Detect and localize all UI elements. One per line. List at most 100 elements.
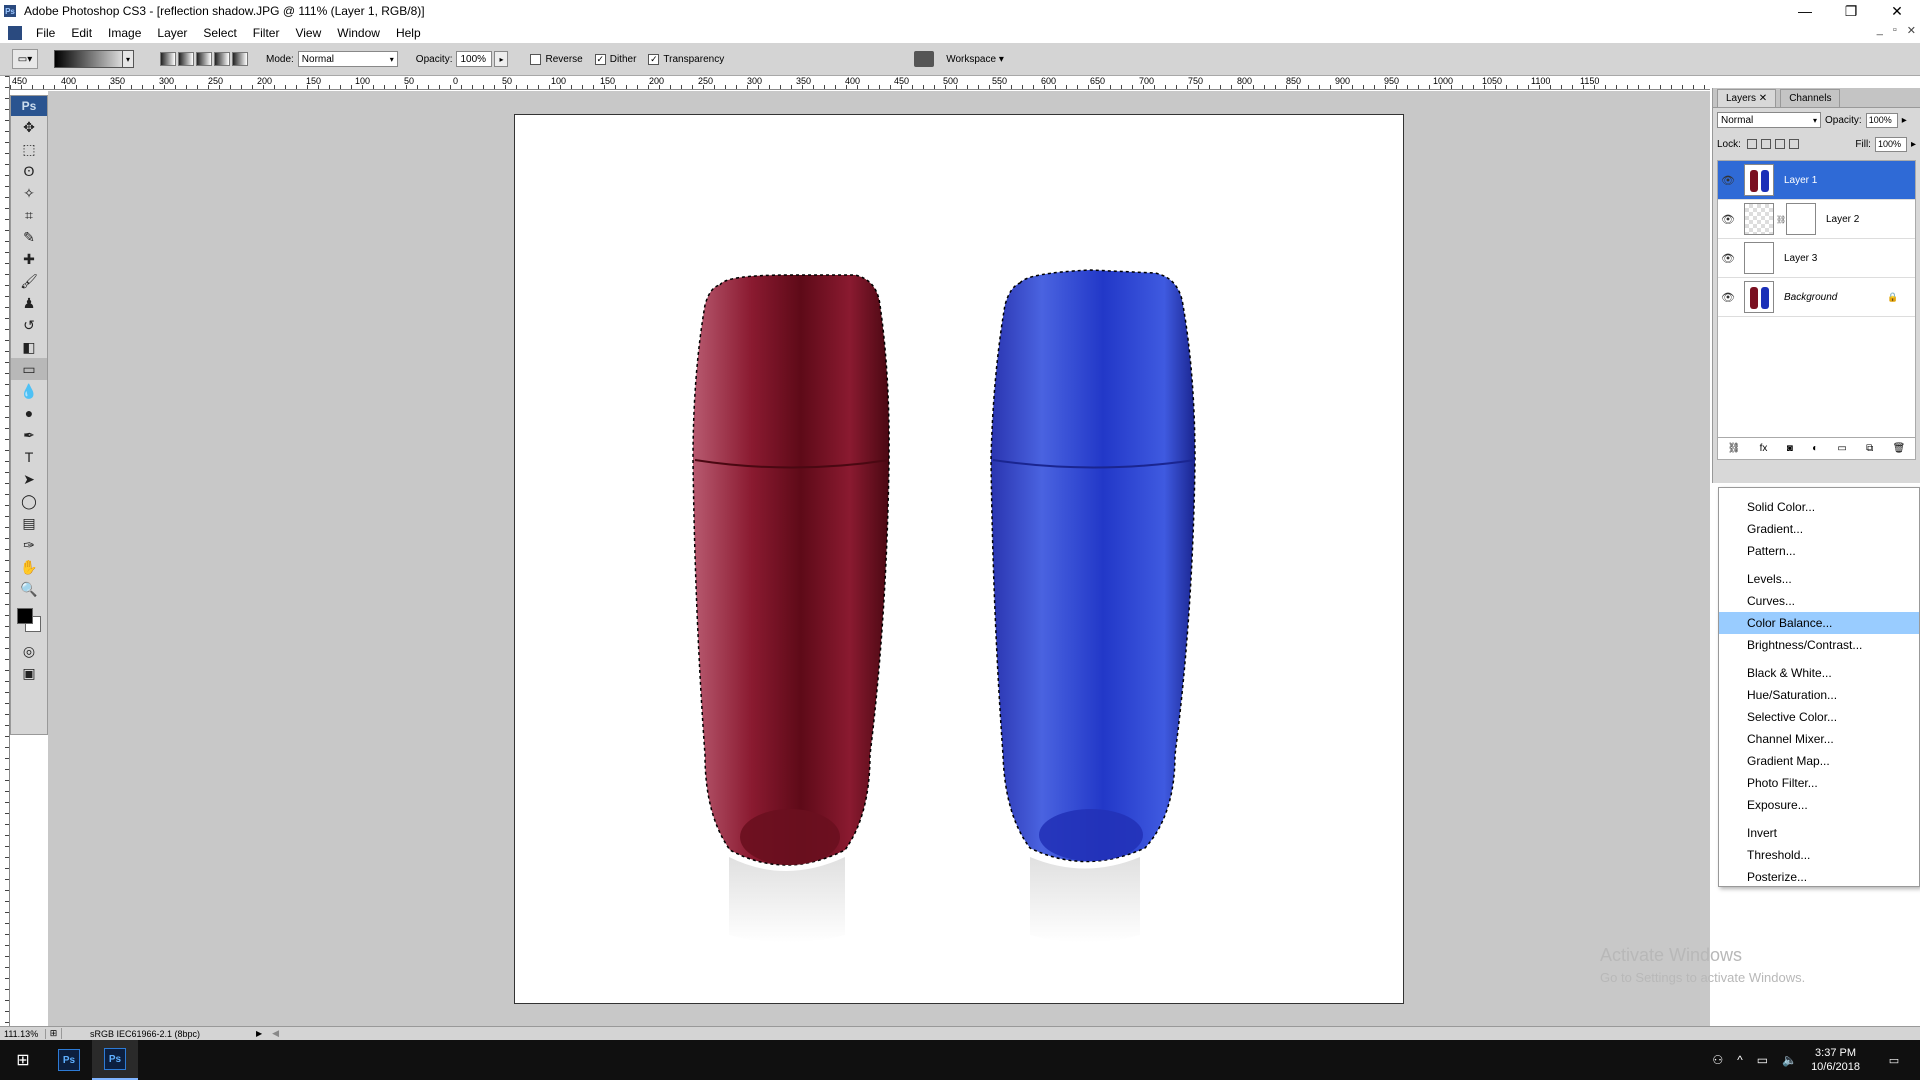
add-mask-icon[interactable]: ◙ (1787, 443, 1793, 454)
lasso-tool-icon[interactable]: ʘ (11, 160, 47, 182)
dither-checkbox[interactable]: ✓ Dither (594, 53, 636, 65)
adjustment-menu-item[interactable]: Selective Color... (1719, 706, 1919, 728)
linear-gradient-button[interactable] (160, 52, 176, 66)
lock-transparent-icon[interactable] (1746, 139, 1757, 149)
marquee-tool-icon[interactable]: ⬚ (11, 138, 47, 160)
adjustment-menu-item[interactable]: Channel Mixer... (1719, 728, 1919, 750)
layer-row[interactable]: 👁 Layer 3 (1718, 239, 1915, 278)
menu-layer[interactable]: Layer (149, 26, 195, 40)
menu-image[interactable]: Image (100, 26, 149, 40)
adjustment-layer-icon[interactable]: ◐ (1812, 443, 1818, 454)
visibility-eye-icon[interactable]: 👁 (1718, 213, 1738, 226)
adjustment-menu-item[interactable]: Hue/Saturation... (1719, 684, 1919, 706)
healing-brush-tool-icon[interactable]: ✚ (11, 248, 47, 270)
diamond-gradient-button[interactable] (232, 52, 248, 66)
visibility-eye-icon[interactable]: 👁 (1718, 174, 1738, 187)
adjustment-menu-item[interactable]: Photo Filter... (1719, 772, 1919, 794)
tab-channels[interactable]: Channels (1780, 89, 1841, 107)
reverse-checkbox-box[interactable] (530, 53, 542, 65)
type-tool-icon[interactable]: T (11, 446, 47, 468)
adjustment-menu-item[interactable]: Invert (1719, 822, 1919, 844)
adjustment-menu-item[interactable]: Gradient... (1719, 518, 1919, 540)
lock-image-icon[interactable] (1760, 139, 1771, 149)
reflected-gradient-button[interactable] (214, 52, 230, 66)
menu-filter[interactable]: Filter (245, 26, 288, 40)
visibility-eye-icon[interactable]: 👁 (1718, 252, 1738, 265)
path-selection-tool-icon[interactable]: ➤ (11, 468, 47, 490)
scroll-left-icon[interactable]: ◀ (272, 1028, 279, 1039)
eraser-tool-icon[interactable]: ◧ (11, 336, 47, 358)
reverse-checkbox[interactable]: Reverse (530, 53, 583, 65)
taskbar-photoshop-pinned[interactable]: Ps (46, 1040, 92, 1080)
layer-style-icon[interactable]: fx (1760, 443, 1768, 454)
quick-mask-icon[interactable]: ◎ (11, 640, 47, 662)
layer-opacity-slider-icon[interactable]: ▸ (1902, 115, 1907, 126)
radial-gradient-button[interactable] (178, 52, 194, 66)
dither-checkbox-box[interactable]: ✓ (594, 53, 606, 65)
lock-position-icon[interactable] (1774, 139, 1785, 149)
gradient-tool-icon[interactable]: ▭ (11, 358, 47, 380)
gradient-editor-swatch[interactable]: ▾ (54, 50, 134, 68)
menu-select[interactable]: Select (195, 26, 244, 40)
slice-tool-icon[interactable]: ✎ (11, 226, 47, 248)
network-icon[interactable]: ▭ (1757, 1053, 1768, 1067)
layer-mask-thumbnail[interactable] (1786, 203, 1816, 235)
people-icon[interactable]: ⚇ (1712, 1053, 1723, 1067)
angle-gradient-button[interactable] (196, 52, 212, 66)
doc-restore-button[interactable]: ▫ (1893, 24, 1897, 37)
adjustment-menu-item[interactable]: Gradient Map... (1719, 750, 1919, 772)
adjustment-menu-item[interactable]: Brightness/Contrast... (1719, 634, 1919, 656)
adjustment-menu-item[interactable]: Color Balance... (1719, 612, 1919, 634)
layer-row[interactable]: 👁 Background 🔒 (1718, 278, 1915, 317)
layer-row[interactable]: 👁 Layer 1 (1718, 161, 1915, 200)
dodge-tool-icon[interactable]: ● (11, 402, 47, 424)
vertical-ruler[interactable] (0, 76, 10, 1026)
brush-tool-icon[interactable]: 🖌 (11, 270, 47, 292)
mask-link-icon[interactable]: ⛓ (1776, 215, 1786, 224)
menu-window[interactable]: Window (329, 26, 388, 40)
shape-tool-icon[interactable]: ◯ (11, 490, 47, 512)
tab-layers[interactable]: Layers ✕ (1717, 89, 1777, 107)
menu-edit[interactable]: Edit (63, 26, 100, 40)
menu-view[interactable]: View (287, 26, 329, 40)
adjustment-menu-item[interactable]: Curves... (1719, 590, 1919, 612)
horizontal-ruler[interactable]: 450 400 350 300 250 200 150 100 50 0 50 100 150 200 25… (10, 76, 1710, 90)
blur-tool-icon[interactable]: 💧 (11, 380, 47, 402)
new-group-icon[interactable]: ▭ (1837, 443, 1846, 454)
hand-tool-icon[interactable]: ✋ (11, 556, 47, 578)
chevron-up-icon[interactable]: ^ (1737, 1053, 1743, 1067)
magic-wand-tool-icon[interactable]: ✧ (11, 182, 47, 204)
fill-input[interactable]: 100% (1874, 136, 1907, 152)
mode-select[interactable]: Normal ▾ (297, 51, 398, 67)
workspace-menu[interactable]: Workspace ▾ (946, 54, 1004, 65)
tool-preset-picker[interactable]: ▭▾ (12, 49, 38, 69)
volume-icon[interactable]: 🔈 (1782, 1053, 1797, 1067)
bridge-icon[interactable] (914, 51, 935, 67)
doc-minimize-button[interactable]: _ (1877, 24, 1883, 37)
gradient-picker-arrow-icon[interactable]: ▾ (122, 50, 134, 68)
foreground-color-swatch[interactable] (17, 608, 33, 624)
adjustment-menu-item[interactable]: Solid Color... (1719, 496, 1919, 518)
eyedropper-tool-icon[interactable]: ✑ (11, 534, 47, 556)
link-layers-icon[interactable]: ⛓ (1728, 443, 1741, 454)
close-button[interactable]: ✕ (1874, 0, 1920, 22)
zoom-tool-icon[interactable]: 🔍 (11, 578, 47, 600)
adjustment-menu-item[interactable]: Levels... (1719, 568, 1919, 590)
adjustment-menu-item[interactable]: Threshold... (1719, 844, 1919, 866)
opacity-slider-button[interactable]: ▸ (494, 51, 509, 67)
adjustment-menu-item[interactable]: Black & White... (1719, 662, 1919, 684)
notification-icon[interactable]: ▭ (1876, 1040, 1912, 1080)
transparency-checkbox-box[interactable]: ✓ (648, 53, 660, 65)
menu-file[interactable]: File (28, 26, 63, 40)
windows-start-icon[interactable]: ⊞ (0, 1040, 46, 1080)
clone-stamp-tool-icon[interactable]: ♟ (11, 292, 47, 314)
maximize-button[interactable]: ❐ (1828, 0, 1874, 22)
document-info-icon[interactable]: ⊞ (46, 1028, 62, 1039)
taskbar-photoshop-active[interactable]: Ps (92, 1040, 138, 1080)
trash-icon[interactable]: 🗑 (1893, 443, 1906, 454)
document-canvas[interactable] (514, 114, 1404, 1004)
notes-tool-icon[interactable]: ▤ (11, 512, 47, 534)
fill-slider-icon[interactable]: ▸ (1911, 139, 1916, 150)
zoom-level[interactable]: 111.13% (0, 1028, 46, 1039)
history-brush-tool-icon[interactable]: ↺ (11, 314, 47, 336)
